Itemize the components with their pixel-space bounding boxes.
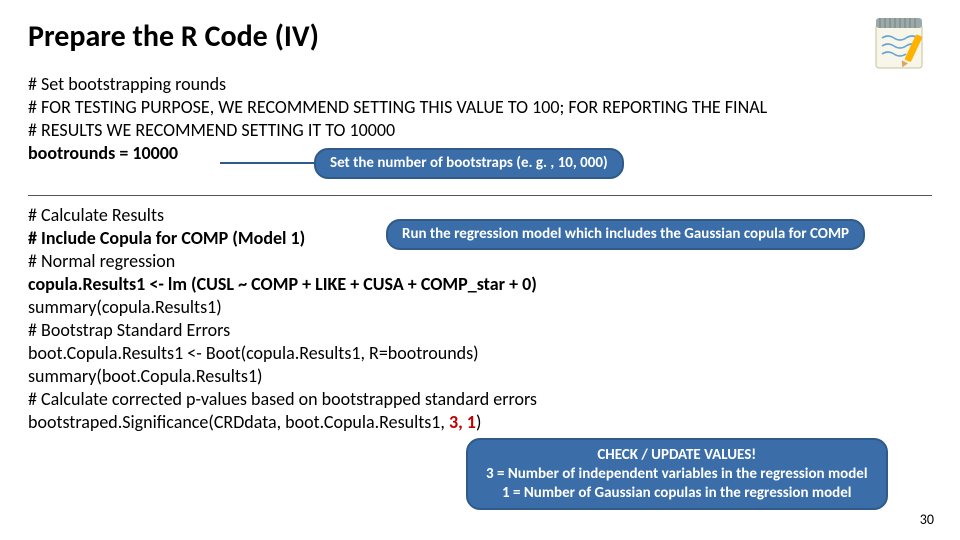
code-line: bootstraped.Significance(CRDdata, boot.C… <box>28 411 481 433</box>
callout-text: Set the number of bootstraps (e. g. , 10… <box>330 154 608 173</box>
code-line: # Bootstrap Standard Errors <box>28 319 230 341</box>
callout-text: Run the regression model which includes … <box>402 225 849 244</box>
code-line: # FOR TESTING PURPOSE, WE RECOMMEND SETT… <box>28 96 767 118</box>
code-line: summary(copula.Results1) <box>28 296 222 318</box>
callout-bootstraps: Set the number of bootstraps (e. g. , 10… <box>314 148 624 179</box>
callout-text: 3 = Number of independent variables in t… <box>486 465 868 484</box>
code-line: boot.Copula.Results1 <- Boot(copula.Resu… <box>28 342 479 364</box>
callout-text: 1 = Number of Gaussian copulas in the re… <box>502 484 851 503</box>
callout-regression: Run the regression model which includes … <box>386 219 865 250</box>
code-line: # RESULTS WE RECOMMEND SETTING IT TO 100… <box>28 119 395 141</box>
code-line: bootrounds = 10000 <box>28 142 178 164</box>
connector-line <box>220 162 314 164</box>
code-line: # Normal regression <box>28 250 175 272</box>
page-title: Prepare the R Code (IV) <box>28 18 932 55</box>
callout-checkvalues: CHECK / UPDATE VALUES! 3 = Number of ind… <box>466 438 888 510</box>
code-fragment: ) <box>476 411 481 433</box>
code-line: copula.Results1 <- lm (CUSL ~ COMP + LIK… <box>28 273 537 295</box>
code-fragment: bootstraped.Significance(CRDdata, boot.C… <box>28 411 449 433</box>
callout-text: CHECK / UPDATE VALUES! <box>597 446 756 465</box>
notepad-icon <box>870 14 932 81</box>
divider <box>28 195 932 196</box>
code-line: # Set bootstrapping rounds <box>28 73 226 95</box>
emphasis-redvalues: 3, 1 <box>449 411 476 433</box>
code-line: summary(boot.Copula.Results1) <box>28 365 263 387</box>
code-line: # Calculate corrected p-values based on … <box>28 388 537 410</box>
page-number: 30 <box>920 511 934 528</box>
code-line: # Include Copula for COMP (Model 1) <box>28 227 305 249</box>
code-line: # Calculate Results <box>28 204 164 226</box>
